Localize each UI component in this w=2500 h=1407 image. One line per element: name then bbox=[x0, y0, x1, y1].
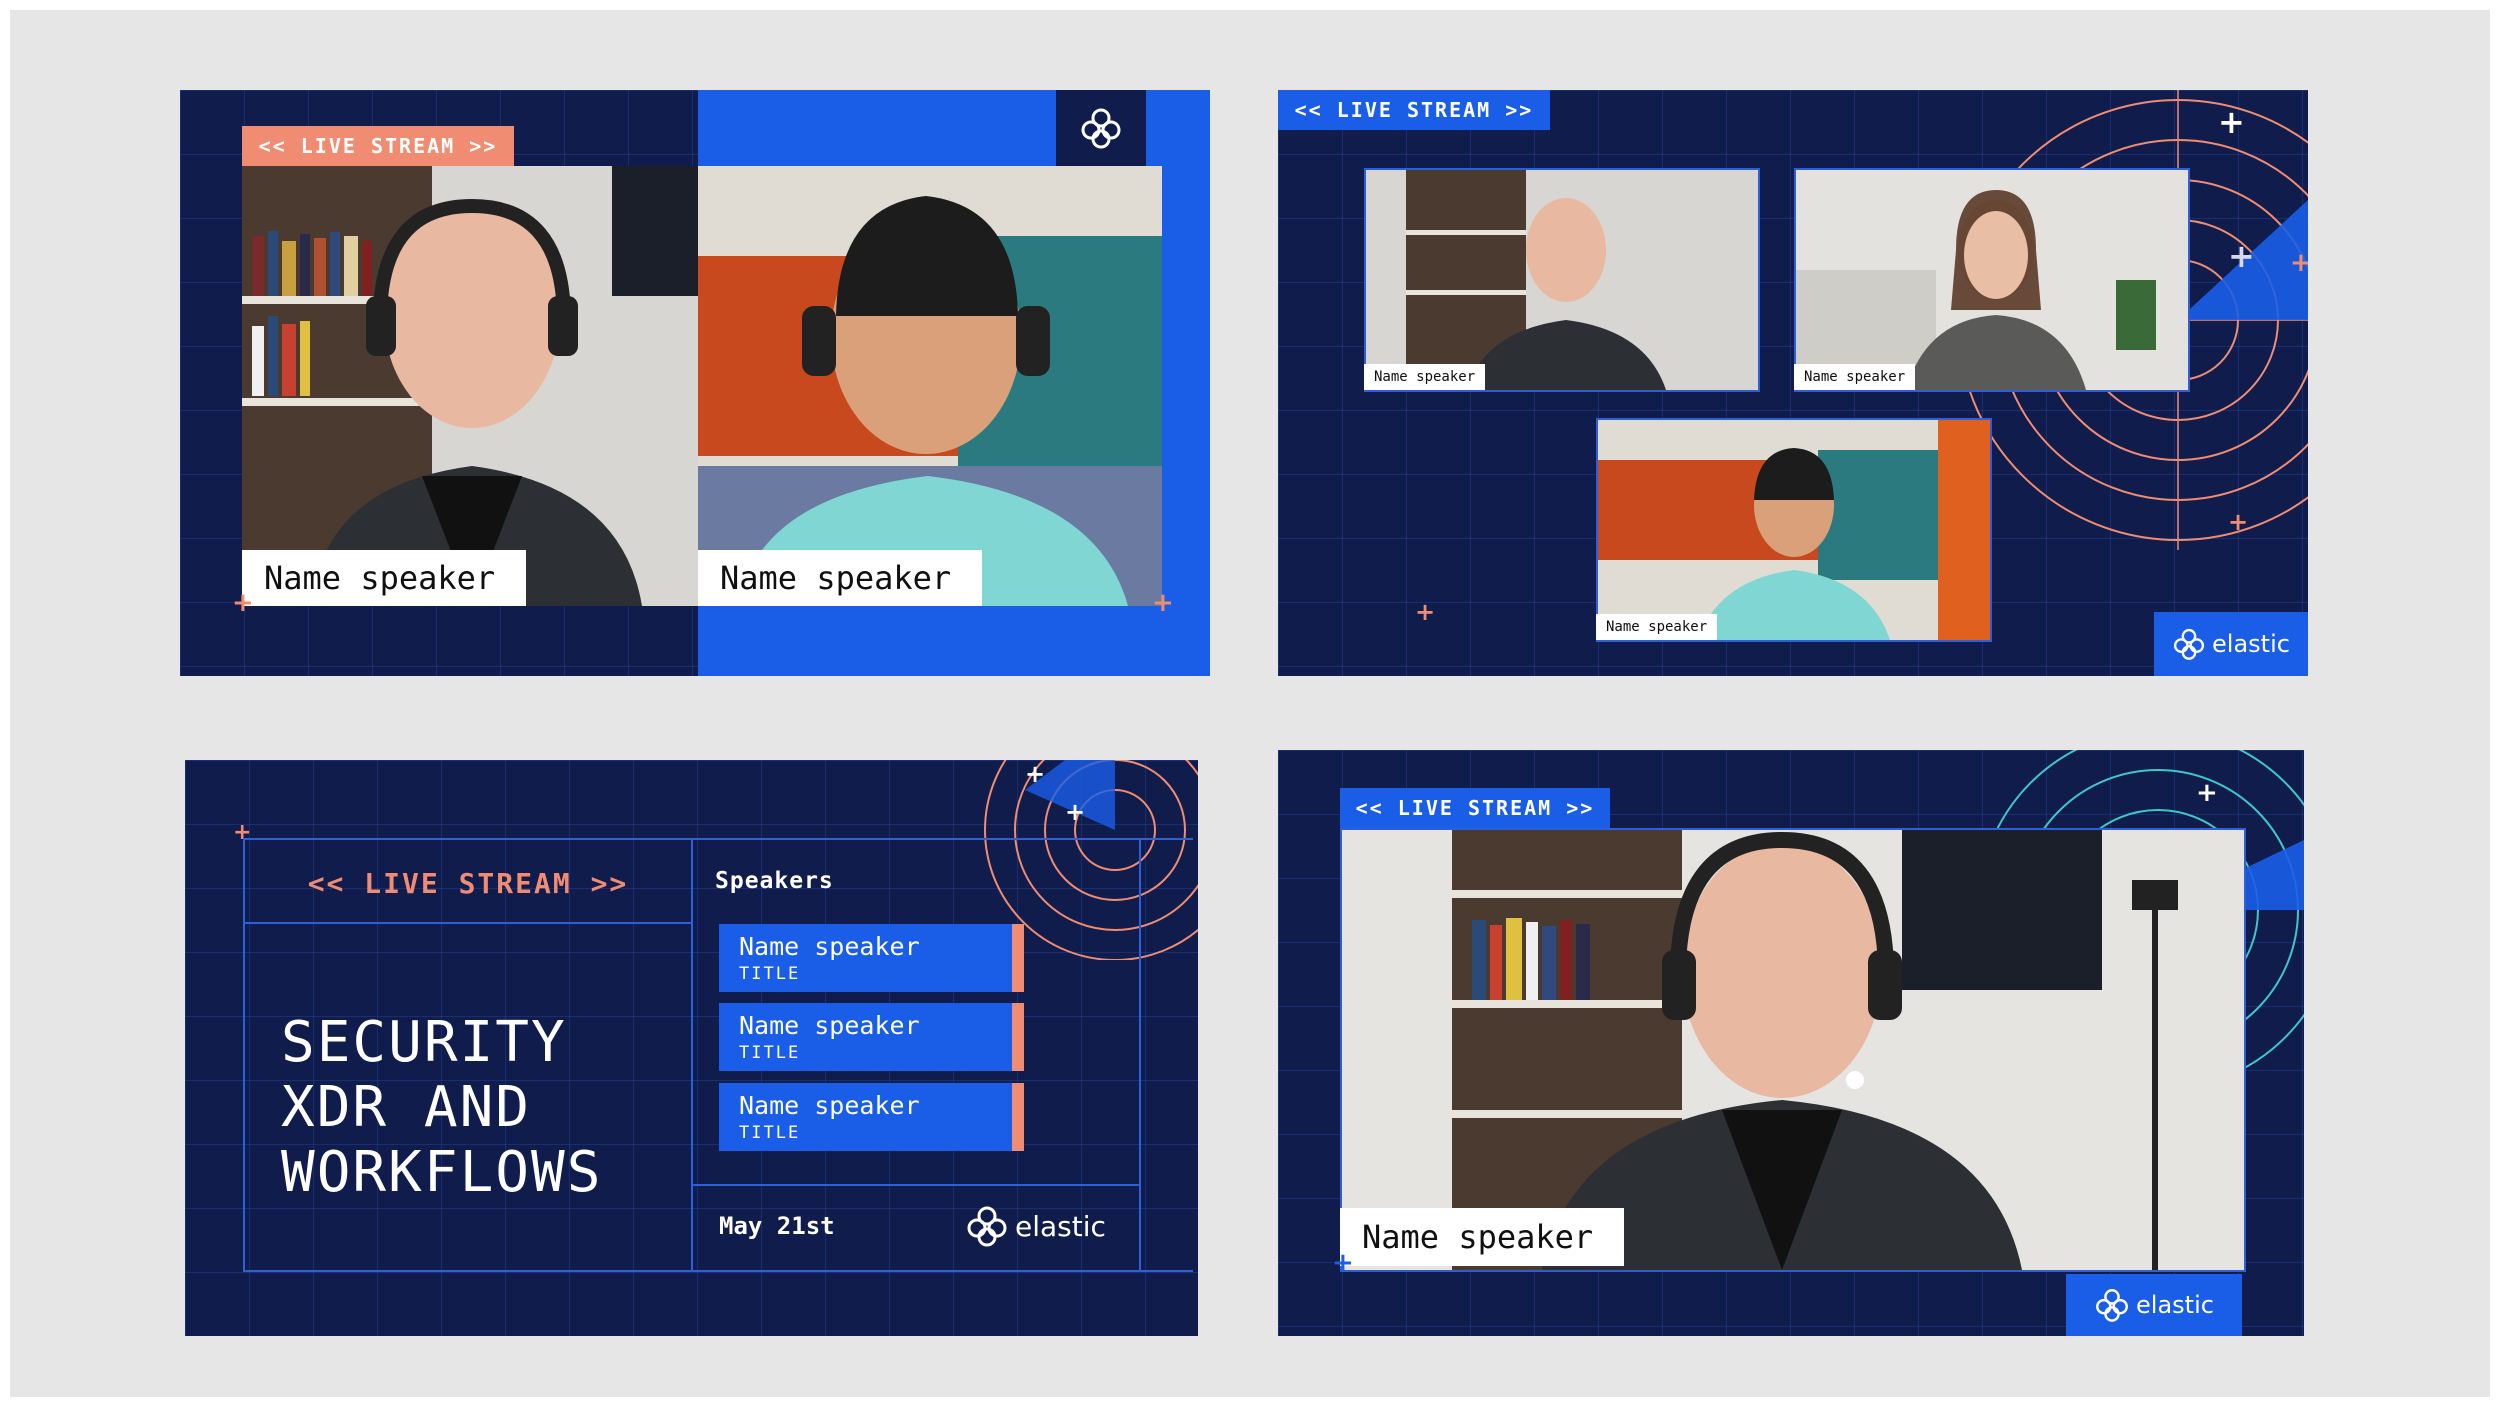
speaker-list-title: TITLE bbox=[739, 964, 801, 984]
speaker-name-label-2: Name speaker bbox=[1794, 364, 1916, 390]
elastic-logo-icon bbox=[1079, 106, 1123, 150]
elastic-wordmark: elastic bbox=[2212, 630, 2290, 658]
speaker-photo-left bbox=[242, 166, 698, 606]
live-stream-heading: << LIVE STREAM >> bbox=[307, 866, 629, 900]
plus-mark: + bbox=[2196, 778, 2218, 808]
single-speaker-layout-card: + << LIVE STREAM >> Name speaker + elast… bbox=[1278, 750, 2304, 1336]
agenda-layout-card: + + + << LIVE STREAM >> SECURITY XDR AND… bbox=[185, 760, 1198, 1336]
speaker-name-label: Name speaker bbox=[1340, 1208, 1624, 1266]
speaker-list-name: Name speaker bbox=[739, 1091, 920, 1120]
elastic-logo-icon bbox=[2094, 1287, 2130, 1323]
plus-mark: + bbox=[1415, 598, 1436, 626]
three-speaker-layout-card: << LIVE STREAM >> + + + + + Name speaker bbox=[1278, 90, 2308, 676]
plus-mark: + bbox=[2218, 103, 2245, 141]
event-title-line: SECURITY bbox=[281, 1010, 567, 1075]
elastic-brand-badge: elastic bbox=[2154, 612, 2308, 676]
plus-mark: + bbox=[1152, 588, 1174, 618]
plus-mark: + bbox=[2228, 237, 2255, 275]
speaker-list-title: TITLE bbox=[739, 1043, 801, 1063]
speaker-name-label-left: Name speaker bbox=[242, 550, 526, 606]
elastic-wordmark: elastic bbox=[2136, 1291, 2214, 1319]
speaker-name-label-3: Name speaker bbox=[1596, 614, 1718, 640]
plus-mark: + bbox=[2228, 508, 2249, 536]
speaker-name-label-right: Name speaker bbox=[698, 550, 982, 606]
two-speaker-layout-card: << LIVE STREAM >> Name speaker Name spea… bbox=[180, 90, 1210, 676]
logo-box bbox=[1056, 90, 1146, 166]
event-date: May 21st bbox=[719, 1212, 835, 1240]
frame-line bbox=[243, 1270, 1193, 1272]
speaker-list-title: TITLE bbox=[739, 1123, 801, 1143]
live-stream-tag: << LIVE STREAM >> bbox=[242, 126, 514, 166]
elastic-logo-icon bbox=[2172, 627, 2206, 661]
frame-line bbox=[243, 922, 691, 924]
speaker-list-item: Name speaker TITLE bbox=[719, 1003, 1024, 1071]
speaker-list-name: Name speaker bbox=[739, 1011, 920, 1040]
speaker-photo-right bbox=[698, 166, 1162, 606]
elastic-wordmark: elastic bbox=[1015, 1209, 1106, 1243]
speaker-name-label-1: Name speaker bbox=[1364, 364, 1486, 390]
event-title-line: WORKFLOWS bbox=[281, 1140, 603, 1205]
plus-mark: + bbox=[1065, 798, 1086, 826]
frame-line bbox=[1139, 838, 1141, 1272]
frame-line bbox=[691, 838, 693, 1272]
speakers-heading: Speakers bbox=[715, 868, 834, 894]
frame-line bbox=[691, 1184, 1139, 1186]
event-title: SECURITY XDR AND WORKFLOWS bbox=[281, 1010, 602, 1205]
elastic-brand-badge: elastic bbox=[2066, 1274, 2242, 1336]
event-title-line: XDR AND bbox=[281, 1075, 532, 1140]
speaker-photo-1 bbox=[1364, 168, 1760, 392]
live-stream-tag: << LIVE STREAM >> bbox=[1340, 788, 1610, 828]
speaker-list-item: Name speaker TITLE bbox=[719, 1083, 1024, 1151]
speaker-photo-2 bbox=[1794, 168, 2190, 392]
plus-mark: + bbox=[232, 588, 254, 618]
frame-line bbox=[243, 838, 1193, 840]
speaker-list-name: Name speaker bbox=[739, 932, 920, 961]
speaker-photo-3 bbox=[1596, 418, 1992, 642]
speaker-photo-main bbox=[1340, 828, 2246, 1272]
plus-mark: + bbox=[2290, 248, 2308, 278]
live-stream-tag: << LIVE STREAM >> bbox=[1278, 90, 1550, 130]
speaker-list-item: Name speaker TITLE bbox=[719, 924, 1024, 992]
elastic-logo-icon bbox=[965, 1204, 1009, 1248]
template-board: << LIVE STREAM >> Name speaker Name spea… bbox=[10, 10, 2490, 1397]
plus-mark: + bbox=[1025, 760, 1046, 788]
plus-mark: + bbox=[1332, 1248, 1354, 1278]
elastic-brand: elastic bbox=[965, 1204, 1106, 1248]
